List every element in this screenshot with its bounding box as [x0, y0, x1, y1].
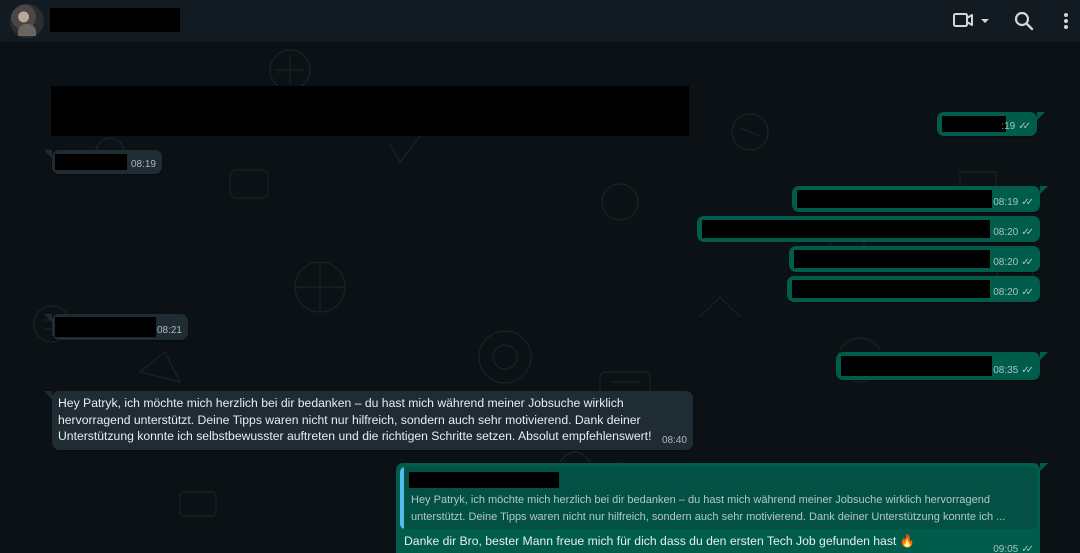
quoted-text-line: Hey Patryk, ich möchte mich herzlich bei…: [411, 494, 990, 506]
message-meta: 08:20 ✓✓: [993, 257, 1034, 268]
message-bubble-incoming[interactable]: 08:21: [44, 314, 188, 340]
quoted-message[interactable]: Hey Patryk, ich möchte mich herzlich bei…: [400, 467, 1038, 529]
message-time: 08:20: [993, 287, 1019, 298]
message-bubble-outgoing-reply[interactable]: Hey Patryk, ich möchte mich herzlich bei…: [396, 463, 1048, 553]
message-meta: 09:05 ✓✓: [993, 544, 1034, 553]
read-ticks-icon: ✓✓: [1021, 544, 1034, 553]
quoted-text: Hey Patryk, ich möchte mich herzlich bei…: [411, 492, 1031, 525]
read-ticks-icon: ✓✓: [1021, 197, 1034, 208]
message-text: Danke dir Bro, bester Mann freue mich fü…: [404, 533, 924, 550]
message-text-redacted: [55, 317, 156, 337]
message-text-line: Unterstützung konnte ich selbstbewusster…: [58, 429, 652, 444]
message-text-redacted: [702, 220, 990, 238]
message-text-redacted: [942, 116, 1006, 132]
read-ticks-icon: ✓✓: [1018, 121, 1031, 132]
message-meta: 08:21: [157, 325, 182, 336]
message-meta: 08:35 ✓✓: [993, 365, 1034, 376]
message-time: 09:05: [993, 544, 1019, 553]
message-bubble-incoming[interactable]: Hey Patryk, ich möchte mich herzlich bei…: [44, 391, 693, 450]
message-text-redacted: [55, 154, 127, 170]
quoted-sender-redacted: [409, 472, 559, 488]
message-text: Hey Patryk, ich möchte mich herzlich bei…: [58, 395, 658, 445]
quoted-text-line: unterstützt. Deine Tipps waren nicht nur…: [411, 510, 1006, 523]
message-meta: 08:40: [662, 435, 687, 446]
message-time: 08:21: [156, 325, 182, 336]
message-time: 08:20: [993, 227, 1019, 238]
contact-avatar[interactable]: [10, 4, 44, 38]
message-meta: 08:19: [131, 159, 156, 170]
message-text-line: hervorragend unterstützt. Deine Tipps wa…: [58, 412, 641, 427]
message-time: 08:40: [661, 435, 687, 446]
message-bubble-outgoing[interactable]: 08:19 ✓✓: [792, 186, 1048, 212]
chevron-down-icon: [981, 19, 989, 23]
chat-area[interactable]: :19 ✓✓ 08:19 08:19 ✓✓ 08:20 ✓✓ 08:20 ✓✓: [0, 42, 1080, 553]
message-bubble-incoming[interactable]: 08:19: [44, 150, 162, 174]
message-meta: 08:20 ✓✓: [993, 227, 1034, 238]
message-text-redacted: [841, 356, 992, 376]
message-time: 08:19: [130, 159, 156, 170]
message-meta: 08:19 ✓✓: [993, 197, 1034, 208]
message-bubble-outgoing[interactable]: 08:20 ✓✓: [789, 246, 1040, 272]
read-ticks-icon: ✓✓: [1021, 287, 1034, 298]
message-time: 08:19: [993, 197, 1019, 208]
video-call-icon[interactable]: [950, 10, 994, 32]
message-bubble-outgoing[interactable]: 08:20 ✓✓: [697, 216, 1040, 242]
more-vert-icon[interactable]: [1056, 9, 1076, 33]
message-bubble-outgoing[interactable]: 08:20 ✓✓: [787, 276, 1040, 302]
message-meta: :19 ✓✓: [1001, 121, 1031, 132]
message-time: :19: [1001, 121, 1016, 132]
chat-header: [0, 0, 1080, 42]
message-bubble-outgoing[interactable]: 08:35 ✓✓: [836, 352, 1048, 380]
quote-accent-bar: [400, 467, 404, 529]
message-text-line: Hey Patryk, ich möchte mich herzlich bei…: [58, 396, 624, 410]
message-text-content: Danke dir Bro, bester Mann freue mich fü…: [404, 534, 897, 548]
fire-emoji: 🔥: [899, 534, 915, 548]
message-meta: 08:20 ✓✓: [993, 287, 1034, 298]
read-ticks-icon: ✓✓: [1021, 365, 1034, 376]
message-text-redacted: [797, 190, 992, 208]
search-icon[interactable]: [1012, 9, 1036, 33]
message-time: 08:20: [993, 257, 1019, 268]
message-time: 08:35: [993, 365, 1019, 376]
message-text-redacted: [792, 280, 990, 298]
read-ticks-icon: ✓✓: [1021, 257, 1034, 268]
contact-name-redacted[interactable]: [50, 8, 180, 32]
message-text-redacted: [794, 250, 990, 268]
read-ticks-icon: ✓✓: [1021, 227, 1034, 238]
encryption-banner-redacted: [51, 86, 689, 136]
message-bubble-outgoing[interactable]: :19 ✓✓: [937, 112, 1045, 136]
